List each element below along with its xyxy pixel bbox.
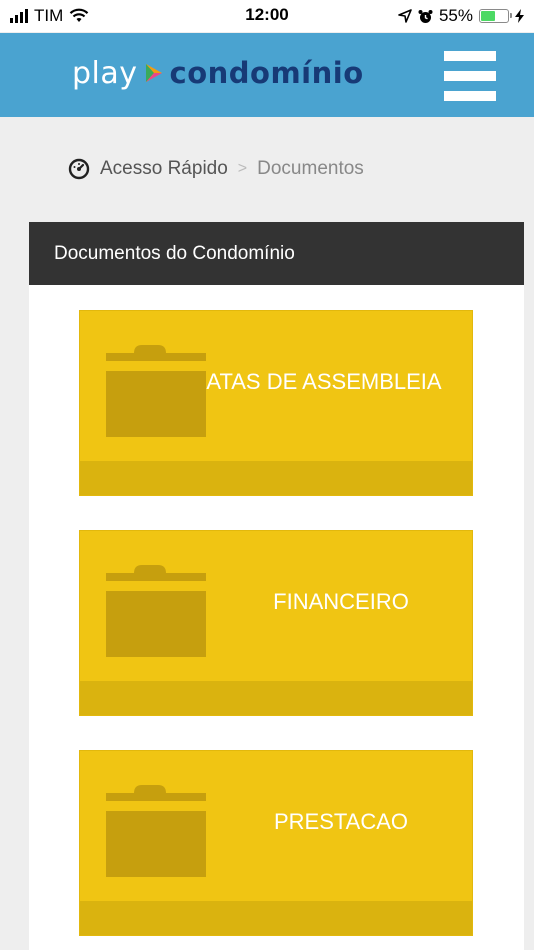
breadcrumb-home-link[interactable]: Acesso Rápido [100, 158, 228, 180]
folder-label: PRESTACAO [273, 809, 409, 834]
dashboard-gauge-icon [68, 158, 90, 180]
battery-icon [479, 9, 512, 23]
status-bar: TIM 12:00 55% [0, 0, 534, 32]
card-footer [80, 461, 472, 495]
breadcrumb-separator: > [237, 160, 248, 177]
hamburger-menu-icon[interactable] [444, 51, 496, 101]
folder-label: FINANCEIRO [273, 589, 409, 614]
play-logo-icon [145, 64, 162, 82]
breadcrumb: Acesso Rápido > Documentos [68, 158, 364, 180]
logo-condominio-text: condomínio [169, 56, 364, 90]
app-header: play condomínio [0, 33, 534, 117]
app-logo[interactable]: play condomínio [72, 53, 364, 93]
card-footer [80, 901, 472, 935]
card-footer [80, 681, 472, 715]
folder-label: ATAS DE ASSEMBLEIA [206, 369, 442, 394]
folder-card-atas-de-assembleia[interactable]: ATAS DE ASSEMBLEIA [79, 310, 473, 496]
location-arrow-icon [398, 9, 412, 23]
alarm-clock-icon [418, 9, 433, 23]
status-right: 55% [398, 6, 524, 26]
folder-card-financeiro[interactable]: FINANCEIRO [79, 530, 473, 716]
logo-play-text: play [72, 55, 138, 91]
charging-bolt-icon [515, 9, 524, 23]
folder-card-prestacao[interactable]: PRESTACAO [79, 750, 473, 936]
panel-title: Documentos do Condomínio [29, 222, 524, 285]
breadcrumb-current: Documentos [257, 158, 364, 179]
folder-icon [106, 565, 206, 657]
battery-percent: 55% [438, 6, 473, 25]
folder-icon [106, 785, 206, 877]
